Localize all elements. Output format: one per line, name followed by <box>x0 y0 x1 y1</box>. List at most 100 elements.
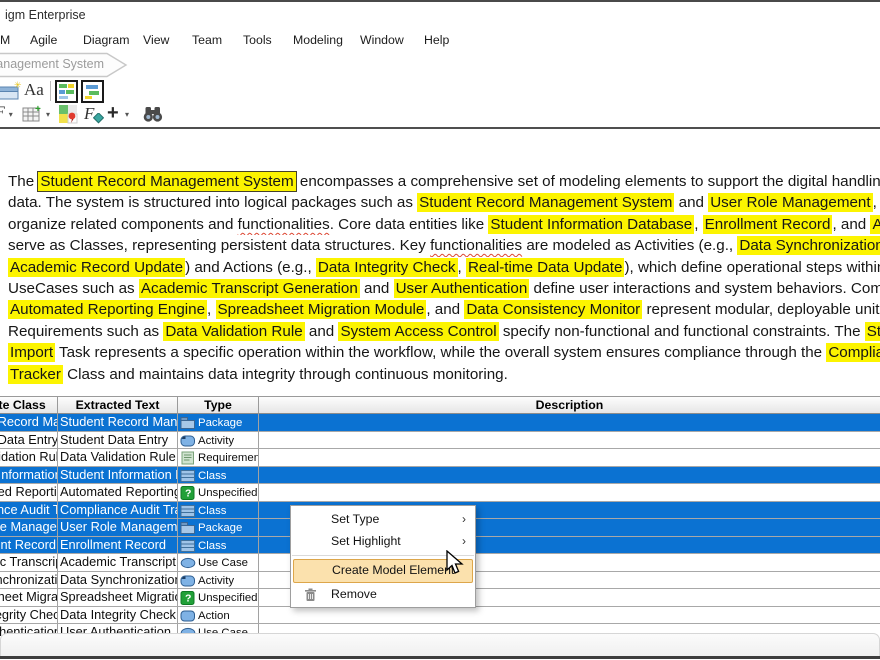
binoculars-icon[interactable] <box>142 104 166 127</box>
extracted-text-cell[interactable]: Automated Reporting Engine <box>58 484 178 501</box>
breadcrumb-tab-label: Student Record Management System <box>0 57 104 71</box>
highlighted-term[interactable]: Academic Record Update <box>8 258 185 277</box>
type-cell[interactable]: Class <box>178 502 259 519</box>
plus-icon[interactable]: + ▾ <box>107 103 137 126</box>
highlighted-term[interactable]: Data Integrity Check <box>316 258 458 277</box>
description-cell[interactable] <box>259 467 880 484</box>
table-row[interactable]: Automated Reporting EngineAutomated Repo… <box>0 484 880 502</box>
candidate-class-cell[interactable]: Data Integrity Check <box>0 607 58 624</box>
extracted-text-cell[interactable]: Student Data Entry <box>58 432 178 449</box>
menu-item-diagram[interactable]: Diagram <box>83 33 129 47</box>
highlighted-term[interactable]: User Authentication <box>394 279 530 298</box>
color-legend-icon[interactable] <box>58 104 82 127</box>
candidate-class-cell[interactable]: Enrollment Record <box>0 537 58 554</box>
context-menu-item-remove[interactable]: Remove <box>291 583 475 605</box>
extracted-text-cell[interactable]: Academic Transcript Generation <box>58 554 178 571</box>
description-cell[interactable] <box>259 607 880 624</box>
highlighted-term[interactable]: Spreadsheet Migration Module <box>216 300 427 319</box>
table-row[interactable]: Student Record Management SystemStudent … <box>0 414 880 432</box>
highlighted-term[interactable]: User Role Management <box>708 193 872 212</box>
candidate-class-cell[interactable]: Data Synchronization Process <box>0 572 58 589</box>
type-cell[interactable]: Activity <box>178 432 259 449</box>
description-cell[interactable] <box>259 484 880 501</box>
candidate-class-cell[interactable]: Data Validation Rule <box>0 449 58 466</box>
candidate-class-cell[interactable]: User Role Management <box>0 519 58 536</box>
grid-add-icon[interactable]: + ▾ <box>22 104 54 127</box>
type-cell[interactable]: Class <box>178 537 259 554</box>
highlighted-term[interactable]: Data Synchronization Process <box>737 236 880 255</box>
type-cell[interactable]: Activity <box>178 572 259 589</box>
window-new-icon[interactable]: ✳ <box>0 80 24 103</box>
menu-item-window[interactable]: Window <box>360 33 404 47</box>
plain-text: ) and Actions (e.g., <box>185 259 316 276</box>
highlighted-term[interactable]: Audit Trail <box>870 215 880 234</box>
highlighted-term[interactable]: Enrollment Record <box>703 215 833 234</box>
candidate-class-cell[interactable]: Spreadsheet Migration Module <box>0 589 58 606</box>
unspecified-icon: ? <box>180 591 196 605</box>
candidate-class-cell[interactable]: Compliance Audit Tracker <box>0 502 58 519</box>
breadcrumb-tab[interactable]: Student Record Management System <box>0 57 108 73</box>
type-cell[interactable]: Requirement <box>178 449 259 466</box>
extracted-text-cell[interactable]: User Role Management <box>58 519 178 536</box>
candidate-class-cell[interactable]: Student Information Database <box>0 467 58 484</box>
column-header-extracted-text[interactable]: Extracted Text <box>58 396 178 414</box>
extracted-text-cell[interactable]: Enrollment Record <box>58 537 178 554</box>
highlighted-term[interactable]: Student Data <box>865 322 880 341</box>
highlighted-term[interactable]: Data Validation Rule <box>163 322 304 341</box>
description-cell[interactable] <box>259 432 880 449</box>
extracted-text-cell[interactable]: Data Validation Rule <box>58 449 178 466</box>
description-cell[interactable] <box>259 449 880 466</box>
diagram-thumbnail-icon[interactable] <box>55 80 79 103</box>
type-cell[interactable]: Package <box>178 519 259 536</box>
context-menu-item-set-type[interactable]: Set Type› <box>291 508 475 530</box>
column-header-candidate-class[interactable]: Candidate Class <box>0 396 58 414</box>
extracted-text-cell[interactable]: Data Synchronization Process <box>58 572 178 589</box>
highlighted-term[interactable]: Academic Transcript Generation <box>139 279 360 298</box>
type-cell[interactable]: Class <box>178 467 259 484</box>
menu-item-m[interactable]: M <box>0 33 10 47</box>
highlighted-term[interactable]: Student Information Database <box>488 215 694 234</box>
extracted-text-cell[interactable]: Student Information Database <box>58 467 178 484</box>
menu-item-agile[interactable]: Agile <box>30 33 57 47</box>
type-cell[interactable]: Package <box>178 414 259 431</box>
extracted-text-cell[interactable]: Compliance Audit Tracker <box>58 502 178 519</box>
column-header-type[interactable]: Type <box>178 396 259 414</box>
highlighted-term[interactable]: Tracker <box>8 365 63 384</box>
highlighted-term[interactable]: Data Consistency Monitor <box>464 300 642 319</box>
context-menu-item-set-highlight[interactable]: Set Highlight› <box>291 530 475 552</box>
highlighted-term-selected[interactable]: Student Record Management System <box>38 172 295 191</box>
table-row[interactable]: Data Validation RuleData Validation Rule… <box>0 449 880 467</box>
table-row[interactable]: Student Information DatabaseStudent Info… <box>0 467 880 485</box>
diagram-thumbnail-2-icon[interactable] <box>81 80 105 103</box>
table-row[interactable]: Data Integrity CheckData Integrity Check… <box>0 607 880 625</box>
menu-item-view[interactable]: View <box>143 33 169 47</box>
type-cell[interactable]: Action <box>178 607 259 624</box>
type-cell[interactable]: Use Case <box>178 554 259 571</box>
candidate-class-cell[interactable]: Academic Transcript Generation <box>0 554 58 571</box>
column-header-description[interactable]: Description <box>259 396 880 414</box>
extracted-text-cell[interactable]: Data Integrity Check <box>58 607 178 624</box>
highlighted-term[interactable]: Student Record Management System <box>417 193 674 212</box>
menu-item-team[interactable]: Team <box>192 33 222 47</box>
filter-icon[interactable]: F ▾ <box>0 104 17 127</box>
candidate-class-cell[interactable]: Student Data Entry <box>0 432 58 449</box>
highlighted-term[interactable]: Compliance Audit <box>826 343 880 362</box>
type-cell[interactable]: ?Unspecified <box>178 484 259 501</box>
misspelled-word: functionalities <box>430 237 522 254</box>
description-cell[interactable] <box>259 414 880 431</box>
extracted-text-cell[interactable]: Spreadsheet Migration Module <box>58 589 178 606</box>
type-cell[interactable]: ?Unspecified <box>178 589 259 606</box>
highlighted-term[interactable]: Automated Reporting Engine <box>8 300 207 319</box>
highlighted-term[interactable]: System Access Control <box>338 322 498 341</box>
candidate-class-cell[interactable]: Automated Reporting Engine <box>0 484 58 501</box>
menu-item-help[interactable]: Help <box>424 33 449 47</box>
formula-icon[interactable]: F <box>84 104 108 127</box>
highlighted-term[interactable]: Import <box>8 343 55 362</box>
highlighted-term[interactable]: Real-time Data Update <box>466 258 624 277</box>
menu-item-tools[interactable]: Tools <box>243 33 272 47</box>
text-style-icon[interactable]: Aa <box>24 80 48 103</box>
candidate-class-cell[interactable]: Student Record Management System <box>0 414 58 431</box>
extracted-text-cell[interactable]: Student Record Management System <box>58 414 178 431</box>
table-row[interactable]: Student Data EntryStudent Data EntryActi… <box>0 432 880 450</box>
menu-item-modeling[interactable]: Modeling <box>293 33 343 47</box>
